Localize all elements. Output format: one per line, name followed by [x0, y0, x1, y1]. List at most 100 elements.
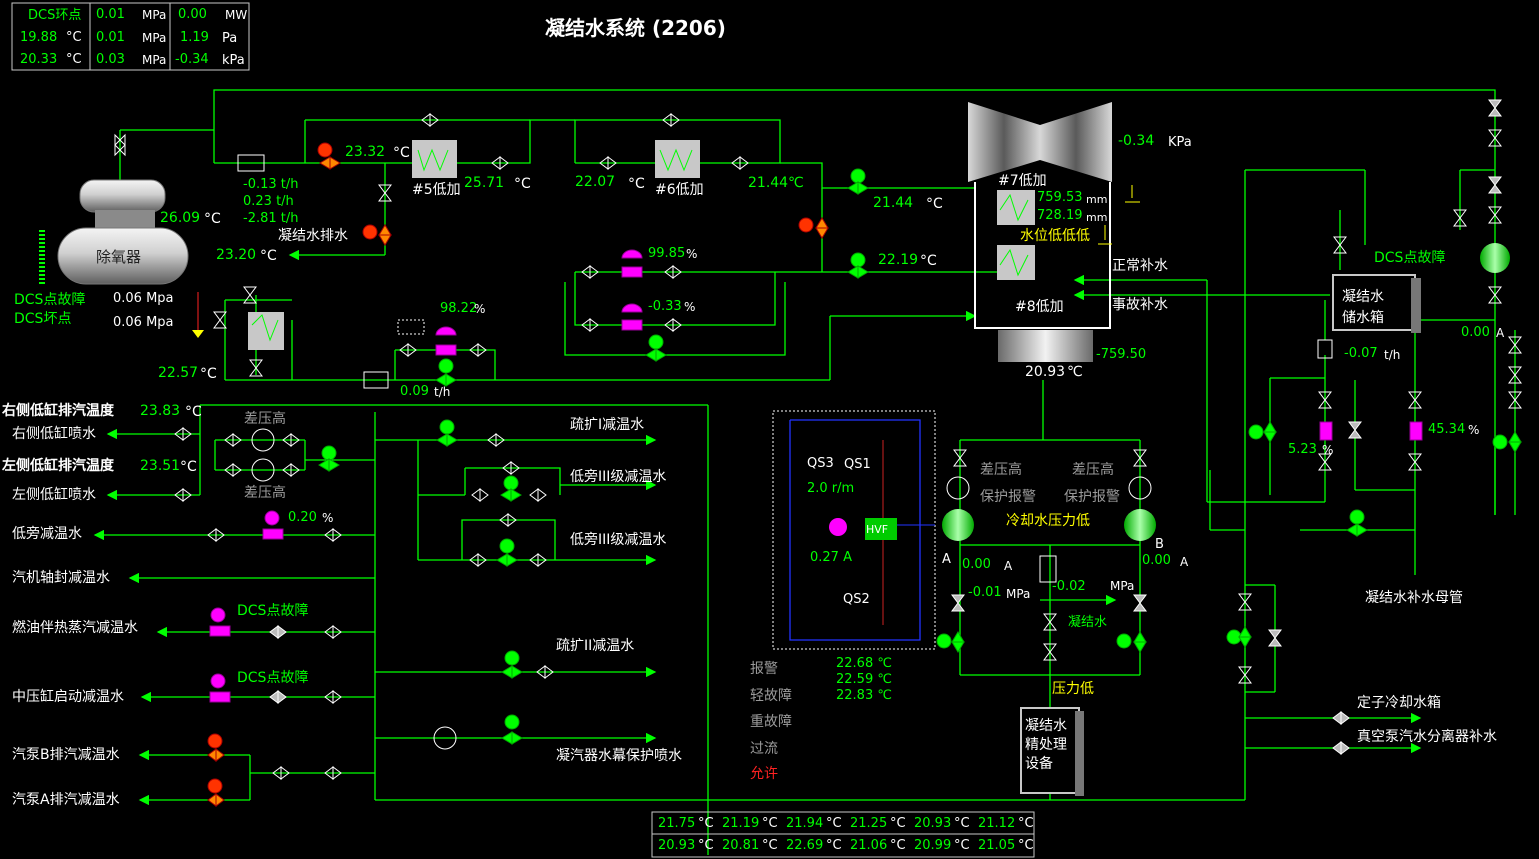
pressure-low-label: 压力低	[1052, 681, 1094, 697]
valve-98-22: 98.22	[440, 301, 478, 316]
vfd-current: 0.27 A	[810, 550, 852, 565]
tank-label-1: 凝结水	[1342, 289, 1384, 305]
cooling-pressure-low: 冷却水压力低	[1006, 513, 1090, 529]
valve-5-23: 5.23	[1288, 442, 1317, 457]
level-1: 759.53	[1037, 190, 1083, 205]
bottom-temp-r2c2: °C	[698, 838, 714, 853]
pump-a-dp-high: 差压高	[980, 462, 1022, 478]
left-spray-label: 左侧低缸喷水	[12, 487, 96, 503]
info-r1c2: 0.01	[96, 7, 125, 22]
degc-g: °C	[260, 248, 277, 264]
flow-2: 0.23 t/h	[243, 194, 294, 209]
info-r1c5: MW	[225, 8, 248, 22]
right-exhaust-unit: °C	[185, 404, 202, 420]
right-exhaust-label: 右侧低缸排汽温度	[2, 403, 114, 419]
info-r2c5: 1.19	[180, 30, 209, 45]
info-r2c3: 0.01	[96, 30, 125, 45]
lp3b-label: 低旁III级减温水	[570, 532, 667, 548]
degc-b: °C	[514, 176, 531, 192]
temp-22-57: 22.57	[158, 365, 199, 381]
temp-23-32: 23.32	[345, 144, 386, 160]
bottom-temp-r2c12: °C	[1018, 838, 1034, 853]
qs2-label: QS2	[843, 592, 870, 607]
bottom-temp-r1c8: °C	[890, 816, 906, 831]
flow-0-09-unit: t/h	[434, 385, 451, 399]
deaerator-fault: DCS点故障	[14, 292, 86, 308]
instruments	[237, 154, 1333, 583]
right-current: 0.00	[1461, 325, 1490, 340]
heater-7-label: #7低加	[998, 173, 1047, 189]
motor-valves	[207, 142, 1522, 807]
info-r1c1: DCS环点	[28, 8, 82, 23]
valve-neg0-33: -0.33	[648, 299, 682, 314]
valve-45-34: 45.34	[1428, 422, 1466, 437]
bottom-temp-r1c6: °C	[826, 816, 842, 831]
seal-label: 汽机轴封减温水	[12, 570, 110, 586]
degc-d: ℃	[788, 175, 804, 191]
heater-8-label: #8低加	[1015, 299, 1064, 315]
bottom-temp-r1c12: °C	[1018, 816, 1034, 831]
bottom-temp-r1c4: °C	[762, 816, 778, 831]
low-level-alarm: 水位低低低	[1020, 228, 1090, 244]
tank-label-2: 储水箱	[1342, 310, 1384, 326]
flow-3: -2.81 t/h	[243, 211, 299, 226]
degc-a: °C	[393, 145, 410, 161]
info-r3c3: 0.03	[96, 52, 125, 67]
oil-label: 燃油伴热蒸汽减温水	[12, 620, 138, 636]
vfd-panel	[772, 410, 936, 650]
bottom-temp-r2c1: 20.93	[658, 838, 696, 853]
deaerator-tank	[39, 179, 189, 285]
process-diagram	[11, 2, 1522, 858]
bottom-temp-r1c1: 21.75	[658, 816, 696, 831]
qs3-label: QS3	[807, 456, 834, 471]
pump-b-current: 0.00	[1142, 553, 1171, 568]
info-r3c4: MPa	[142, 53, 167, 67]
pump-b-pressure-unit: MPa	[1110, 579, 1135, 593]
bottom-temp-r1c5: 21.94	[786, 816, 824, 831]
level-2: 728.19	[1037, 208, 1083, 223]
cond-pressure-unit: KPa	[1168, 135, 1192, 150]
lp3a-label: 低旁III级减温水	[570, 469, 667, 485]
bottom-temp-r2c6: °C	[826, 838, 842, 853]
left-exhaust-temp: 23.51	[140, 458, 181, 474]
info-r2c2: °C	[66, 30, 82, 45]
pump-a-label: 汽泵A排汽减温水	[12, 792, 120, 808]
pipes	[93, 89, 1516, 855]
pump-a-pressure-unit: MPa	[1006, 587, 1031, 601]
deaerator-label: 除氧器	[96, 248, 142, 266]
bottom-temp-r1c3: 21.19	[722, 816, 760, 831]
status-allow: 允许	[750, 766, 778, 782]
deaerator-p1: 0.06 Mpa	[113, 291, 174, 306]
bottom-temp-r1c11: 21.12	[978, 816, 1016, 831]
hotwell-level: -759.50	[1096, 347, 1147, 362]
deaerator-temp: 26.09	[160, 210, 201, 226]
valve-45-34-unit: %	[1468, 423, 1480, 437]
degc-e: °C	[926, 196, 943, 212]
heater-5-label: #5低加	[412, 182, 461, 198]
sk2-label: 疏扩II减温水	[556, 638, 635, 654]
tank-flow-unit: t/h	[1384, 348, 1401, 362]
normal-makeup-label: 正常补水	[1112, 258, 1168, 274]
low-bypass-label: 低旁减温水	[12, 526, 82, 542]
status-alarm: 报警	[750, 661, 778, 677]
heater-6-label: #6低加	[655, 182, 704, 198]
level-1-unit: mm	[1086, 193, 1108, 206]
vfd-temp-3: 22.83 ℃	[836, 688, 892, 703]
right-current-unit: A	[1496, 326, 1505, 340]
pump-b-pressure: -0.02	[1052, 579, 1086, 594]
bottom-temp-r2c4: °C	[762, 838, 778, 853]
status-heavy: 重故障	[750, 714, 792, 730]
left-exhaust-label: 左侧低缸排汽温度	[2, 458, 114, 474]
valve-99-85-unit: %	[686, 247, 698, 261]
low-bypass-unit: %	[322, 511, 334, 525]
polishing-unit-label: 凝结水精处理设备	[1025, 718, 1067, 772]
hotwell-temp-unit: ℃	[1067, 364, 1083, 380]
bottom-temp-r1c9: 20.93	[914, 816, 952, 831]
info-r2c4: MPa	[142, 31, 167, 45]
status-over: 过流	[750, 741, 778, 757]
condensate-label: 凝结水	[1068, 615, 1108, 630]
info-r3c5: -0.34	[175, 52, 209, 67]
deaerator-bad-point: DCS坏点	[14, 311, 72, 327]
valve-neg0-33-unit: %	[684, 300, 696, 314]
info-r3c6: kPa	[222, 53, 245, 68]
